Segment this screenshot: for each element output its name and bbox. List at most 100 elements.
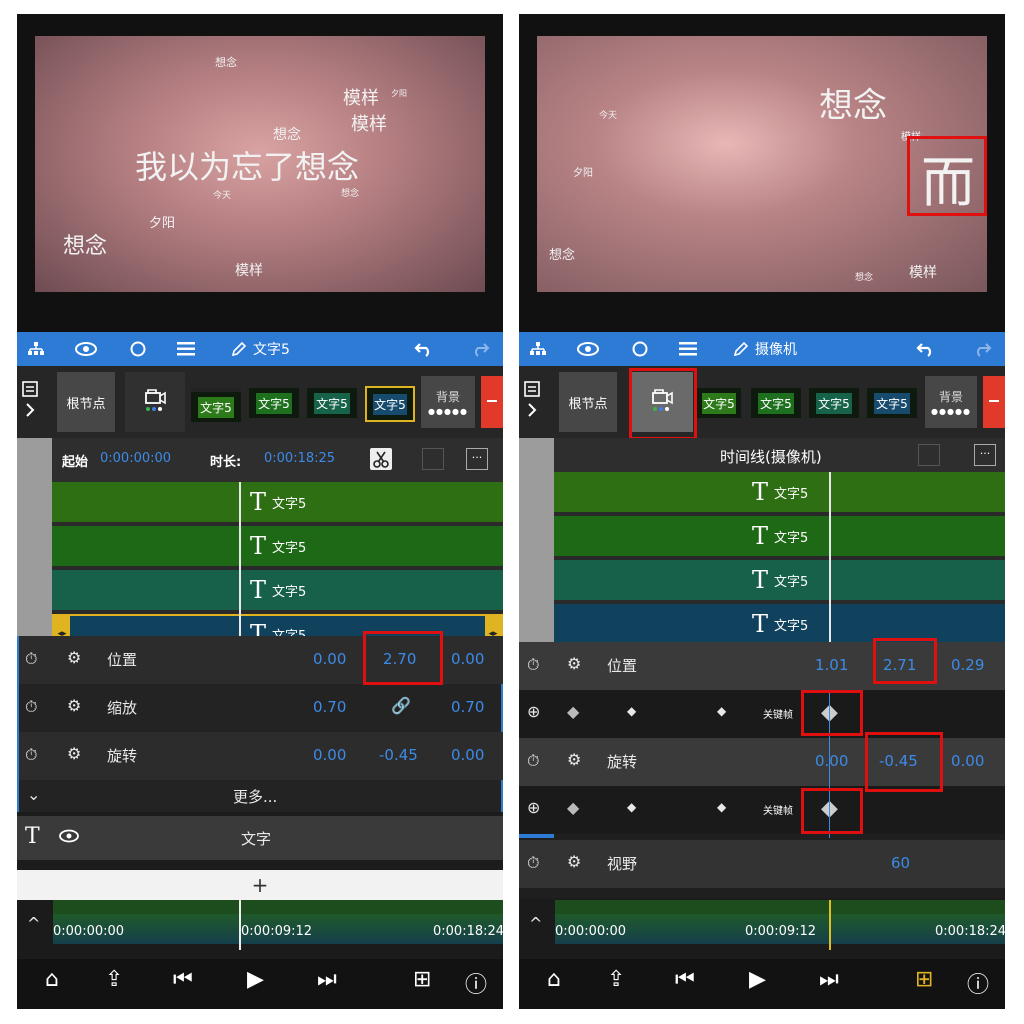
text-node-thumb[interactable]: 文字5 bbox=[307, 388, 357, 418]
rotation-y-value[interactable]: -0.45 bbox=[879, 752, 918, 770]
eye-icon[interactable] bbox=[59, 828, 79, 847]
delete-button[interactable] bbox=[983, 376, 1005, 428]
node-title[interactable]: 摄像机 bbox=[755, 332, 835, 366]
playhead[interactable] bbox=[829, 472, 831, 648]
bookmark-icon[interactable]: ⊞ bbox=[915, 967, 933, 992]
pencil-icon[interactable] bbox=[227, 332, 251, 366]
track-text[interactable]: T 文字5 bbox=[554, 560, 1005, 600]
track-text[interactable]: T 文字5 bbox=[554, 472, 1005, 512]
hierarchy-icon[interactable] bbox=[523, 332, 553, 366]
menu-icon[interactable] bbox=[171, 332, 201, 366]
split-icon[interactable] bbox=[422, 448, 444, 470]
stopwatch-icon[interactable]: ⏱ bbox=[25, 649, 37, 669]
layer-row[interactable]: T 文字 bbox=[17, 816, 503, 860]
panel-toggle-icon[interactable] bbox=[523, 380, 549, 424]
stopwatch-icon[interactable]: ⏱ bbox=[527, 751, 539, 771]
text-node-thumb[interactable]: 文字5 bbox=[751, 388, 801, 418]
text-node-thumb[interactable]: 文字5 bbox=[191, 388, 241, 422]
help-icon[interactable]: ⓘ bbox=[967, 967, 989, 999]
gear-icon[interactable]: ⚙ bbox=[567, 750, 581, 769]
undo-icon[interactable] bbox=[911, 332, 941, 366]
position-z-value[interactable]: 0.29 bbox=[951, 656, 984, 674]
position-y-value[interactable]: 2.70 bbox=[383, 650, 416, 668]
position-z-value[interactable]: 0.00 bbox=[451, 650, 484, 668]
track-text[interactable]: T 文字5 bbox=[52, 526, 503, 566]
prev-keyframe-icon[interactable]: ◆ bbox=[567, 798, 579, 817]
eye-icon[interactable] bbox=[69, 332, 103, 366]
redo-icon[interactable] bbox=[465, 332, 495, 366]
gear-icon[interactable]: ⚙ bbox=[67, 744, 81, 763]
keyframe-diamond-icon[interactable]: ◆ bbox=[627, 800, 636, 814]
camera-node-button[interactable] bbox=[125, 372, 185, 432]
text-node-thumb-selected[interactable]: 文字5 bbox=[365, 386, 415, 422]
delete-button[interactable] bbox=[481, 376, 503, 428]
share-icon[interactable]: ⇪ bbox=[607, 967, 625, 992]
bookmark-icon[interactable]: ⊞ bbox=[413, 967, 431, 992]
more-icon[interactable]: ··· bbox=[974, 444, 996, 466]
playhead[interactable] bbox=[239, 482, 241, 658]
menu-icon[interactable] bbox=[673, 332, 703, 366]
position-x-value[interactable]: 0.00 bbox=[313, 650, 346, 668]
scale-x-value[interactable]: 0.70 bbox=[313, 698, 346, 716]
time-ruler[interactable]: ^ 0:00:00:00 0:00:09:12 0:00:18:24 bbox=[17, 900, 503, 959]
add-keyframe-icon[interactable]: ⊕ bbox=[527, 702, 540, 721]
keyframe-diamond-icon[interactable]: ◆ bbox=[717, 800, 726, 814]
root-node-button[interactable]: 根节点 bbox=[559, 372, 617, 432]
fov-value[interactable]: 60 bbox=[891, 854, 910, 872]
video-canvas[interactable]: 我以为忘了想念 想念 模样 模样 想念 夕阳 想念 模样 今天 想念 夕阳 bbox=[35, 36, 485, 292]
rotation-x-value[interactable]: 0.00 bbox=[313, 746, 346, 764]
gear-icon[interactable]: ⚙ bbox=[67, 696, 81, 715]
skip-forward-icon[interactable]: ⏭ bbox=[317, 967, 337, 992]
eye-icon[interactable] bbox=[571, 332, 605, 366]
home-icon[interactable]: ⌂ bbox=[547, 967, 561, 992]
more-row[interactable]: ⌄ 更多... bbox=[19, 780, 503, 812]
home-icon[interactable]: ⌂ bbox=[45, 967, 59, 992]
more-icon[interactable]: ··· bbox=[466, 448, 488, 470]
text-node-thumb[interactable]: 文字5 bbox=[697, 388, 741, 418]
play-icon[interactable]: ▶ bbox=[247, 967, 264, 992]
root-node-button[interactable]: 根节点 bbox=[57, 372, 115, 432]
duration-value[interactable]: 0:00:18:25 bbox=[264, 451, 335, 466]
ruler-playhead[interactable] bbox=[829, 900, 831, 950]
position-x-value[interactable]: 1.01 bbox=[815, 656, 848, 674]
skip-back-icon[interactable]: ⏮ bbox=[675, 967, 695, 992]
text-node-thumb[interactable]: 文字5 bbox=[867, 388, 917, 418]
circle-icon[interactable] bbox=[625, 332, 655, 366]
skip-forward-icon[interactable]: ⏭ bbox=[819, 967, 839, 992]
gear-icon[interactable]: ⚙ bbox=[567, 654, 581, 673]
scale-y-value[interactable]: 0.70 bbox=[451, 698, 484, 716]
prev-keyframe-icon[interactable]: ◆ bbox=[567, 702, 579, 721]
text-node-thumb[interactable]: 文字5 bbox=[249, 388, 299, 418]
keyframe-diamond-icon[interactable]: ◆ bbox=[717, 704, 726, 718]
chevron-up-icon[interactable]: ^ bbox=[27, 914, 40, 933]
skip-back-icon[interactable]: ⏮ bbox=[173, 967, 193, 992]
rotation-x-value[interactable]: 0.00 bbox=[815, 752, 848, 770]
stopwatch-icon[interactable]: ⏱ bbox=[527, 655, 539, 675]
scissors-icon[interactable] bbox=[370, 448, 392, 470]
position-y-value[interactable]: 2.71 bbox=[883, 656, 916, 674]
track-text[interactable]: T 文字5 bbox=[554, 516, 1005, 556]
help-icon[interactable]: ⓘ bbox=[465, 967, 487, 999]
node-title[interactable]: 文字5 bbox=[253, 332, 313, 366]
add-button[interactable]: + bbox=[17, 870, 503, 900]
rotation-z-value[interactable]: 0.00 bbox=[451, 746, 484, 764]
play-icon[interactable]: ▶ bbox=[749, 967, 766, 992]
time-ruler[interactable]: ^ 0:00:00:00 0:00:09:12 0:00:18:24 bbox=[519, 900, 1005, 959]
hierarchy-icon[interactable] bbox=[21, 332, 51, 366]
track-text[interactable]: T 文字5 bbox=[554, 604, 1005, 644]
video-canvas[interactable]: 想念 而 模样 想念 夕阳 今天 模样 想念 bbox=[537, 36, 987, 292]
panel-toggle-icon[interactable] bbox=[21, 380, 47, 424]
track-text[interactable]: T 文字5 bbox=[52, 570, 503, 610]
keyframe-diamond-icon[interactable]: ◆ bbox=[627, 704, 636, 718]
rotation-z-value[interactable]: 0.00 bbox=[951, 752, 984, 770]
stopwatch-icon[interactable]: ⏱ bbox=[25, 745, 37, 765]
split-icon[interactable] bbox=[918, 444, 940, 466]
circle-icon[interactable] bbox=[123, 332, 153, 366]
text-node-thumb[interactable]: 文字5 bbox=[809, 388, 859, 418]
share-icon[interactable]: ⇪ bbox=[105, 967, 123, 992]
redo-icon[interactable] bbox=[967, 332, 997, 366]
undo-icon[interactable] bbox=[409, 332, 439, 366]
rotation-y-value[interactable]: -0.45 bbox=[379, 746, 418, 764]
gear-icon[interactable]: ⚙ bbox=[67, 648, 81, 667]
stopwatch-icon[interactable]: ⏱ bbox=[25, 697, 37, 717]
